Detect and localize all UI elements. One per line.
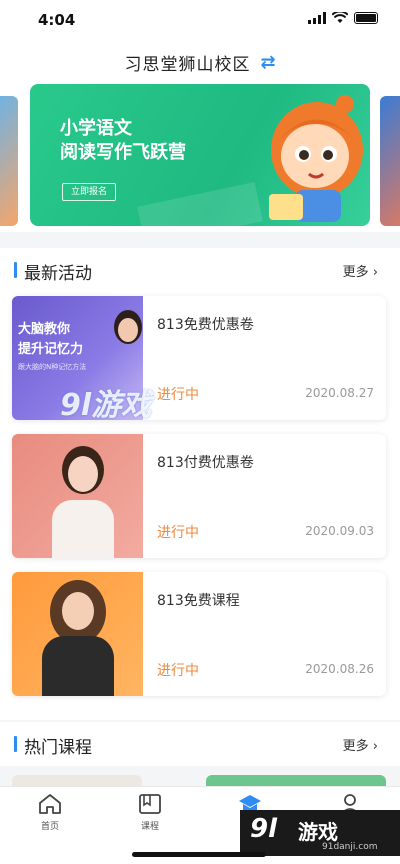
section-accent-bar [14,736,17,752]
activity-card[interactable]: 813免费课程 进行中 2020.08.26 [12,572,386,696]
section-title-hot-courses: 热门课程 [24,738,92,758]
tab-courses[interactable]: 课程 [100,787,200,845]
watermark-overlay: 9l游戏 [60,388,152,423]
activity-status: 进行中 [157,525,199,541]
watermark-url: 91danji.com [322,842,378,852]
activity-date: 2020.09.03 [305,524,374,538]
banner-signup-button[interactable]: 立即报名 [62,183,116,201]
watermark-logo: 9l [250,814,278,844]
status-icons [308,12,378,24]
wifi-icon [332,12,348,23]
presenter-body [42,636,114,696]
thumbnail-caption-line2: 提升记忆力 [18,342,84,357]
activity-title: 813免费优惠卷 [157,317,254,333]
banner-next-slide[interactable] [380,96,400,226]
banner-carousel[interactable]: 小学语文 阅读写作飞跃营 立即报名 [0,84,400,232]
activity-thumbnail [12,434,143,558]
presenter-face [62,592,94,630]
activity-date: 2020.08.27 [305,386,374,400]
activity-date: 2020.08.26 [305,662,374,676]
activity-card[interactable]: 813付费优惠卷 进行中 2020.09.03 [12,434,386,558]
battery-icon [354,12,378,24]
section-title-activities: 最新活动 [24,264,92,284]
more-activities-link[interactable]: 更多 › [343,261,378,280]
home-indicator [132,852,266,857]
book-icon [139,794,161,814]
more-courses-link[interactable]: 更多 › [343,735,378,754]
activity-thumbnail [12,572,143,696]
campus-title: 习思堂狮山校区 [124,54,251,75]
activity-title: 813免费课程 [157,593,240,609]
thumbnail-caption-line1: 大脑教你 [18,322,71,337]
banner-title-line1: 小学语文 [60,118,132,139]
site-watermark: 9l 游戏 91danji.com [240,810,400,856]
tab-label: 首页 [40,822,59,832]
section-header-hot-courses: 热门课程 更多 › [0,722,400,766]
home-icon [39,794,61,814]
activity-title: 813付费优惠卷 [157,455,254,471]
section-header-activities: 最新活动 更多 › [0,248,400,292]
activity-status: 进行中 [157,663,199,679]
signal-icon [308,12,326,24]
banner-slide[interactable]: 小学语文 阅读写作飞跃营 立即报名 [30,84,370,226]
tab-label: 课程 [140,822,159,832]
watermark-text: 游戏 [298,820,338,844]
mascot-illustration [269,95,363,222]
presenter-face [118,318,138,342]
thumbnail-caption-line3: 跟大脑的N种记忆方法 [18,363,87,371]
banner-decoration [137,181,263,226]
tab-home[interactable]: 首页 [0,787,100,845]
section-accent-bar [14,262,17,278]
banner-title-line2: 阅读写作飞跃营 [60,142,186,163]
presenter-face [68,456,98,492]
status-bar: 4:04 [0,0,400,40]
banner-prev-slide[interactable] [0,96,18,226]
activity-status: 进行中 [157,387,199,403]
status-time: 4:04 [38,11,76,29]
swap-arrows-icon[interactable]: ⇄ [260,52,275,73]
presenter-body [52,500,114,558]
header: 习思堂狮山校区 ⇄ [0,40,400,84]
